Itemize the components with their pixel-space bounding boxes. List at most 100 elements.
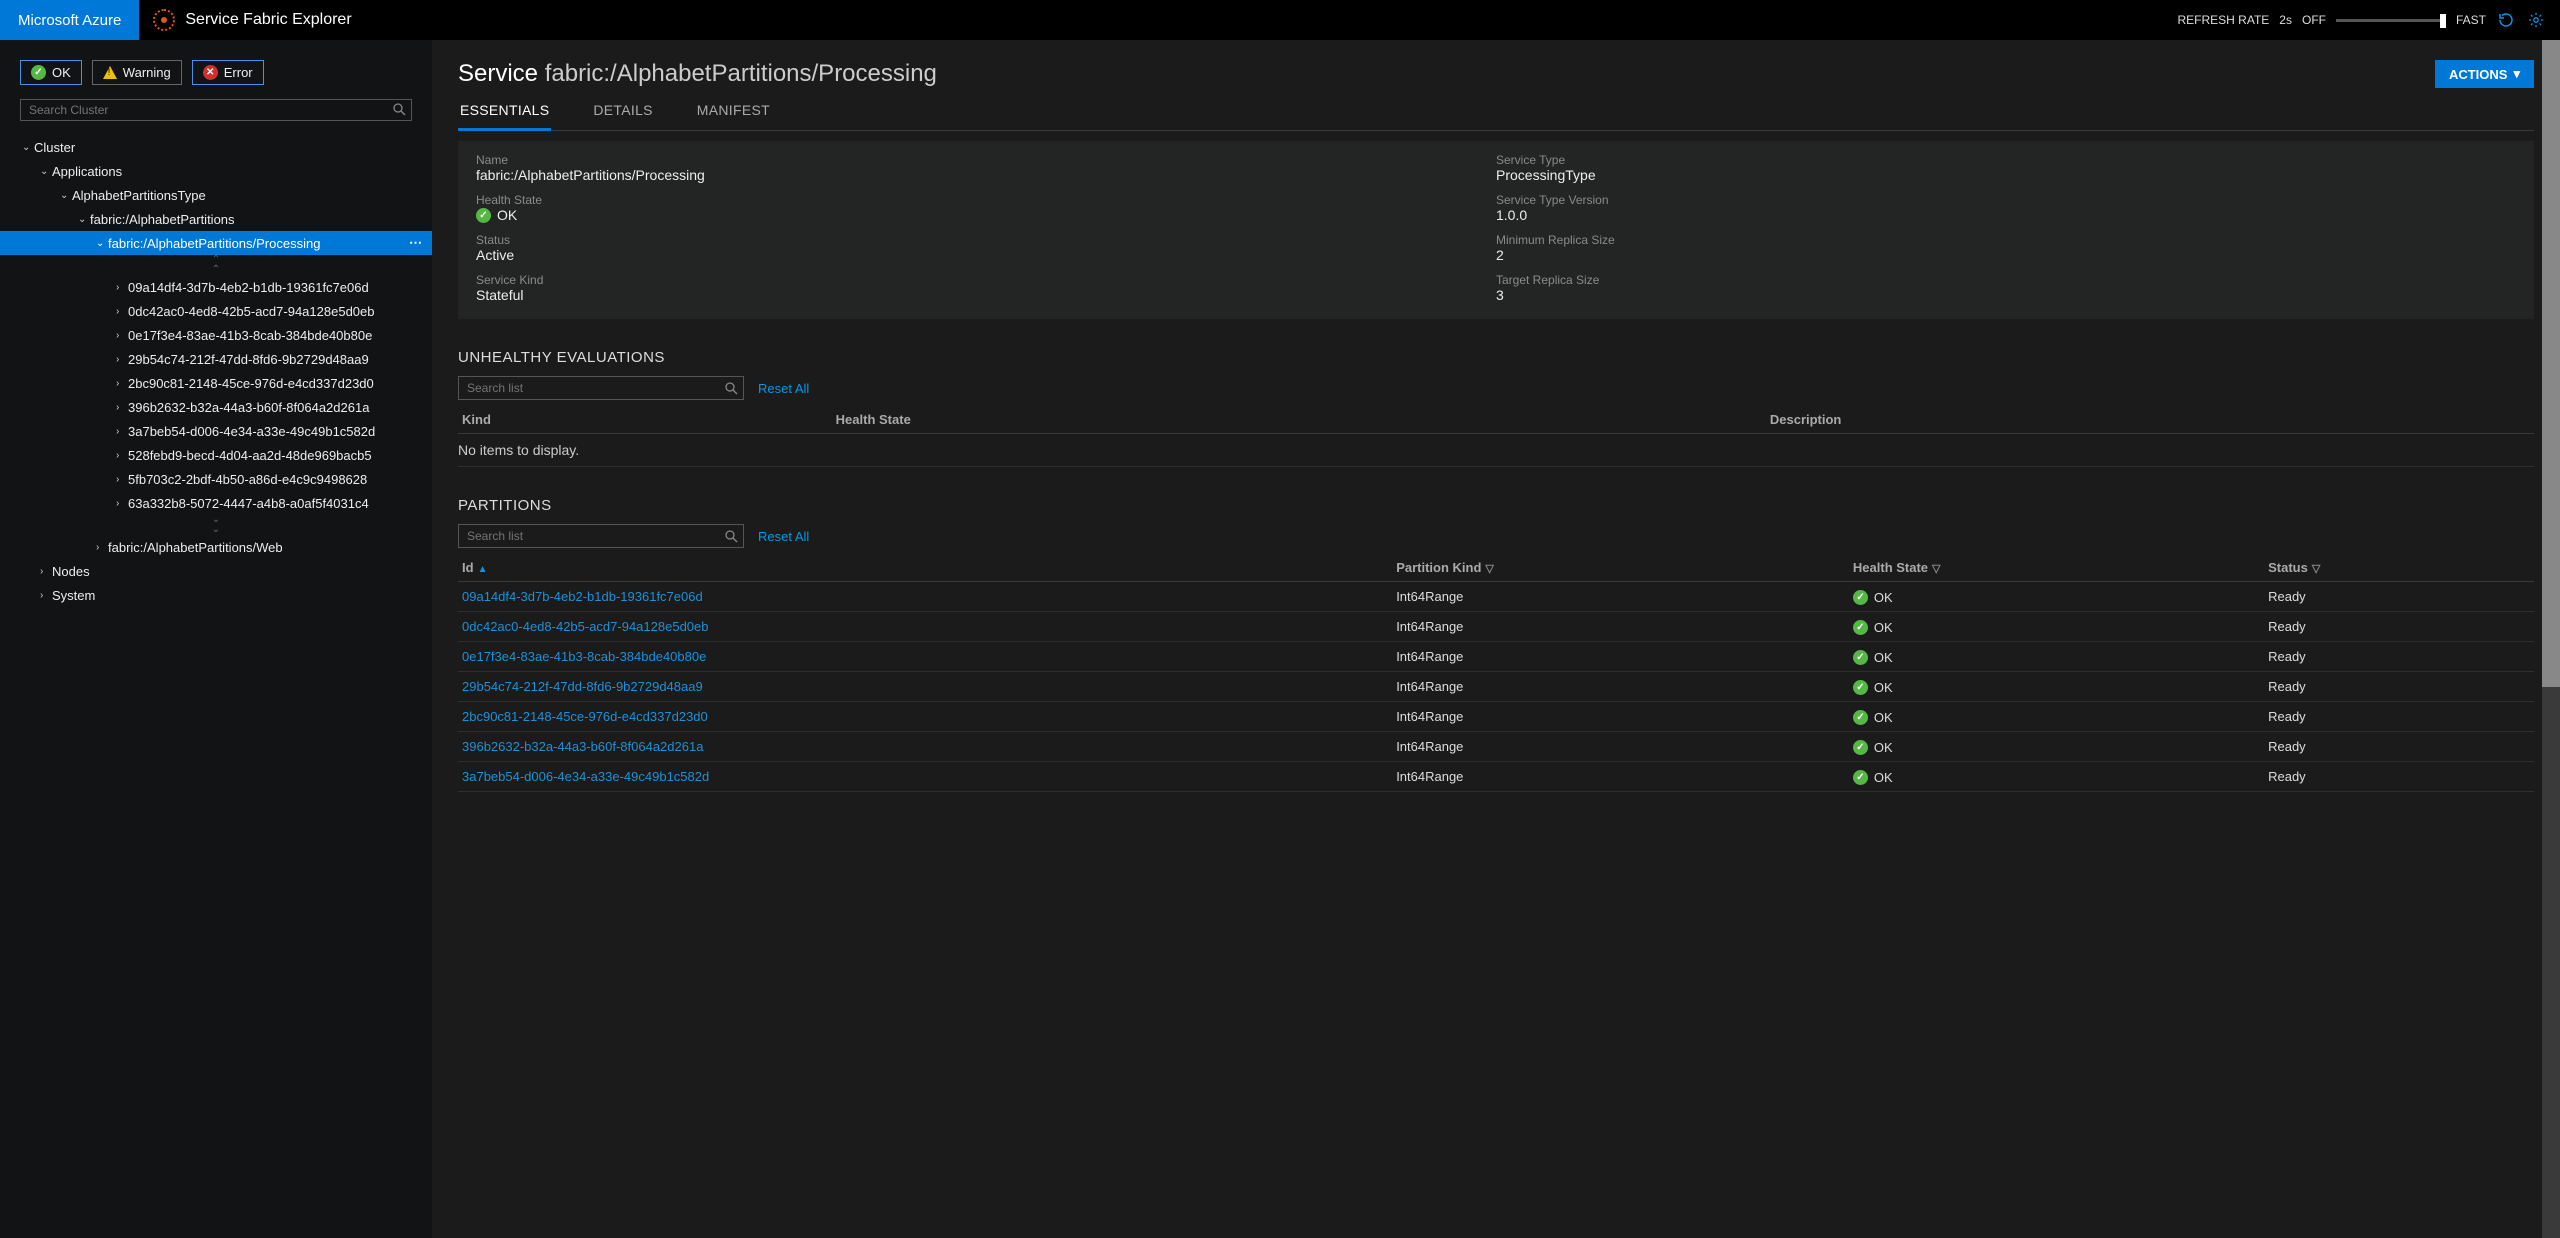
partition-row[interactable]: 3a7beb54-d006-4e34-a33e-49c49b1c582dInt6…: [458, 762, 2534, 792]
cluster-tree: ⌄ Cluster ⌄ Applications ⌄ AlphabetParti…: [0, 131, 432, 607]
tree-app-type[interactable]: ⌄ AlphabetPartitionsType: [0, 183, 432, 207]
partition-status: Ready: [2264, 672, 2534, 702]
filter-ok[interactable]: ✓ OK: [20, 60, 82, 85]
tree-nodes[interactable]: › Nodes: [0, 559, 432, 583]
essentials-panel: Name fabric:/AlphabetPartitions/Processi…: [458, 141, 2534, 319]
tree-partition-label: 528febd9-becd-4d04-aa2d-48de969bacb5: [128, 448, 372, 463]
ess-status-label: Status: [476, 233, 1496, 247]
tab-manifest[interactable]: MANIFEST: [695, 96, 772, 130]
tree-cluster-label: Cluster: [34, 140, 75, 155]
scrollbar-track[interactable]: [2542, 40, 2560, 1238]
partition-row[interactable]: 0dc42ac0-4ed8-42b5-acd7-94a128e5d0ebInt6…: [458, 612, 2534, 642]
tree-applications-label: Applications: [52, 164, 122, 179]
filter-icon[interactable]: ▽: [1485, 563, 1493, 575]
partition-row[interactable]: 2bc90c81-2148-45ce-976d-e4cd337d23d0Int6…: [458, 702, 2534, 732]
col-pkind[interactable]: Partition Kind▽: [1392, 554, 1849, 582]
tree-partition-label: 396b2632-b32a-44a3-b60f-8f064a2d261a: [128, 400, 369, 415]
refresh-fast-label: FAST: [2456, 13, 2486, 27]
partition-id[interactable]: 0e17f3e4-83ae-41b3-8cab-384bde40b80e: [458, 642, 1392, 672]
chevron-right-icon: ›: [116, 378, 128, 389]
partition-status: Ready: [2264, 702, 2534, 732]
filter-icon[interactable]: ▽: [1932, 563, 1940, 575]
tree-partition[interactable]: ›528febd9-becd-4d04-aa2d-48de969bacb5: [0, 443, 432, 467]
settings-icon[interactable]: [2526, 10, 2546, 30]
ess-kind-value: Stateful: [476, 287, 1496, 303]
tree-collapse-up-icon[interactable]: ⌃⌃: [0, 255, 432, 275]
ok-icon: ✓: [1853, 710, 1868, 725]
sidebar: ✓ OK Warning ✕ Error ⌄ Clust: [0, 40, 432, 1238]
tree-partition[interactable]: ›09a14df4-3d7b-4eb2-b1db-19361fc7e06d: [0, 275, 432, 299]
tree-collapse-down-icon[interactable]: ⌄⌄: [0, 515, 432, 535]
chevron-right-icon: ›: [116, 354, 128, 365]
ok-icon: ✓: [1853, 590, 1868, 605]
partition-id[interactable]: 396b2632-b32a-44a3-b60f-8f064a2d261a: [458, 732, 1392, 762]
ess-tgtrep-label: Target Replica Size: [1496, 273, 2516, 287]
col-health[interactable]: Health State: [832, 406, 1766, 434]
partition-health: ✓OK: [1849, 582, 2264, 612]
tree-partition[interactable]: ›2bc90c81-2148-45ce-976d-e4cd337d23d0: [0, 371, 432, 395]
partition-id[interactable]: 29b54c74-212f-47dd-8fd6-9b2729d48aa9: [458, 672, 1392, 702]
tree-partition[interactable]: ›29b54c74-212f-47dd-8fd6-9b2729d48aa9: [0, 347, 432, 371]
tree-applications[interactable]: ⌄ Applications: [0, 159, 432, 183]
tree-partition[interactable]: ›0dc42ac0-4ed8-42b5-acd7-94a128e5d0eb: [0, 299, 432, 323]
partition-row[interactable]: 29b54c74-212f-47dd-8fd6-9b2729d48aa9Int6…: [458, 672, 2534, 702]
ess-svcver-value: 1.0.0: [1496, 207, 2516, 223]
col-id[interactable]: Id▲: [458, 554, 1392, 582]
refresh-slider[interactable]: [2336, 19, 2446, 22]
filter-warning[interactable]: Warning: [92, 60, 182, 85]
azure-logo[interactable]: Microsoft Azure: [0, 0, 139, 40]
ess-name-value: fabric:/AlphabetPartitions/Processing: [476, 167, 1496, 183]
partition-health: ✓OK: [1849, 702, 2264, 732]
tree-partition-label: 29b54c74-212f-47dd-8fd6-9b2729d48aa9: [128, 352, 369, 367]
tree-partition-label: 2bc90c81-2148-45ce-976d-e4cd337d23d0: [128, 376, 374, 391]
tree-cluster[interactable]: ⌄ Cluster: [0, 135, 432, 159]
refresh-slider-thumb[interactable]: [2440, 14, 2446, 28]
tree-service-web[interactable]: › fabric:/AlphabetPartitions/Web: [0, 535, 432, 559]
ess-name-label: Name: [476, 153, 1496, 167]
partition-health: ✓OK: [1849, 612, 2264, 642]
tree-service-processing[interactable]: ⌄ fabric:/AlphabetPartitions/Processing …: [0, 231, 432, 255]
col-health[interactable]: Health State▽: [1849, 554, 2264, 582]
sort-asc-icon: ▲: [478, 564, 488, 575]
chevron-right-icon: ›: [40, 566, 52, 577]
tree-app[interactable]: ⌄ fabric:/AlphabetPartitions: [0, 207, 432, 231]
partition-row[interactable]: 0e17f3e4-83ae-41b3-8cab-384bde40b80eInt6…: [458, 642, 2534, 672]
warning-icon: [103, 66, 117, 79]
partition-row[interactable]: 09a14df4-3d7b-4eb2-b1db-19361fc7e06dInt6…: [458, 582, 2534, 612]
refresh-icon[interactable]: [2496, 10, 2516, 30]
partition-row[interactable]: 396b2632-b32a-44a3-b60f-8f064a2d261aInt6…: [458, 732, 2534, 762]
filter-icon[interactable]: ▽: [2312, 563, 2320, 575]
partition-id[interactable]: 0dc42ac0-4ed8-42b5-acd7-94a128e5d0eb: [458, 612, 1392, 642]
col-desc[interactable]: Description: [1766, 406, 2534, 434]
tree-partition[interactable]: ›0e17f3e4-83ae-41b3-8cab-384bde40b80e: [0, 323, 432, 347]
tree-partition[interactable]: ›5fb703c2-2bdf-4b50-a86d-e4c9c9498628: [0, 467, 432, 491]
unhealthy-reset-link[interactable]: Reset All: [758, 381, 809, 396]
partition-id[interactable]: 3a7beb54-d006-4e34-a33e-49c49b1c582d: [458, 762, 1392, 792]
tree-partition[interactable]: ›63a332b8-5072-4447-a4b8-a0af5f4031c4: [0, 491, 432, 515]
tree-system-label: System: [52, 588, 95, 603]
tree-node-menu[interactable]: ⋯: [409, 235, 422, 251]
ess-health-label: Health State: [476, 193, 1496, 207]
partition-id[interactable]: 2bc90c81-2148-45ce-976d-e4cd337d23d0: [458, 702, 1392, 732]
partition-kind: Int64Range: [1392, 612, 1849, 642]
actions-button[interactable]: ACTIONS ▾: [2435, 60, 2534, 88]
ess-status-value: Active: [476, 247, 1496, 263]
caret-down-icon: ▾: [2513, 66, 2520, 82]
partitions-reset-link[interactable]: Reset All: [758, 529, 809, 544]
search-icon: [392, 102, 406, 116]
cluster-search-input[interactable]: [20, 99, 412, 121]
col-kind[interactable]: Kind: [458, 406, 832, 434]
partition-id[interactable]: 09a14df4-3d7b-4eb2-b1db-19361fc7e06d: [458, 582, 1392, 612]
tree-partition[interactable]: ›396b2632-b32a-44a3-b60f-8f064a2d261a: [0, 395, 432, 419]
col-status[interactable]: Status▽: [2264, 554, 2534, 582]
tree-system[interactable]: › System: [0, 583, 432, 607]
partitions-search-input[interactable]: [458, 524, 744, 548]
filter-error[interactable]: ✕ Error: [192, 60, 264, 85]
unhealthy-search-input[interactable]: [458, 376, 744, 400]
tree-partition[interactable]: ›3a7beb54-d006-4e34-a33e-49c49b1c582d: [0, 419, 432, 443]
scrollbar-thumb[interactable]: [2542, 40, 2560, 687]
tab-essentials[interactable]: ESSENTIALS: [458, 96, 551, 131]
chevron-right-icon: ›: [116, 426, 128, 437]
chevron-down-icon: ⌄: [22, 142, 34, 153]
tab-details[interactable]: DETAILS: [591, 96, 654, 130]
